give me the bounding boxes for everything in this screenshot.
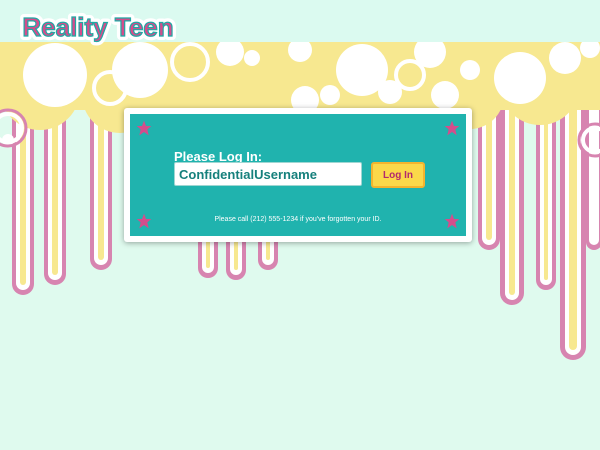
brand-name: Reality Teen xyxy=(22,12,173,42)
login-panel: Please Log In: Log In Please call (212) … xyxy=(130,114,466,236)
brand-logo: Reality Teen Reality Teen xyxy=(18,8,177,46)
forgot-id-help-text: Please call (212) 555-1234 if you've for… xyxy=(214,216,382,223)
login-dialog: Please Log In: Log In Please call (212) … xyxy=(124,108,472,242)
star-icon xyxy=(136,120,152,136)
login-button[interactable]: Log In xyxy=(371,162,425,188)
username-input[interactable] xyxy=(174,162,362,186)
star-icon xyxy=(444,120,460,136)
page: Reality Teen Reality Teen Please Log In:… xyxy=(0,0,600,450)
